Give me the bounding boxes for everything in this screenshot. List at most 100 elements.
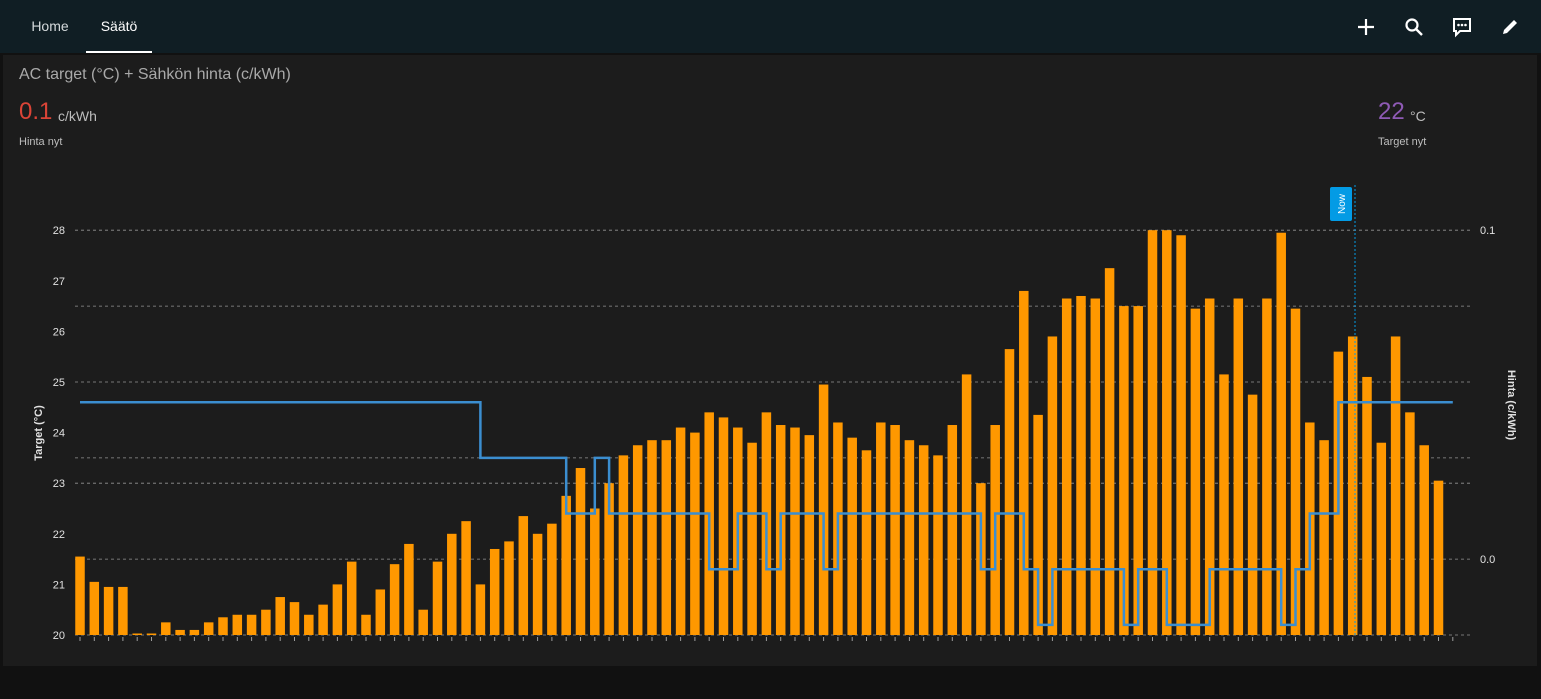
price-bar xyxy=(89,581,100,635)
price-bar xyxy=(175,629,185,635)
price-bar xyxy=(275,597,285,635)
price-bar xyxy=(532,533,543,635)
price-bar xyxy=(361,614,371,635)
price-bar xyxy=(1004,349,1015,635)
price-bar xyxy=(118,586,128,635)
pencil-edit-icon[interactable] xyxy=(1496,13,1524,41)
price-bar xyxy=(1090,298,1101,635)
right-axis-title: Hinta (c/kWh) xyxy=(1505,370,1517,441)
price-bar xyxy=(232,614,243,635)
tab-saato[interactable]: Säätö xyxy=(86,0,152,53)
price-bar xyxy=(747,442,757,635)
history-chart: 20 21 22 23 24 25 26 27 28 0.0 0.1 Target (°C) Hinta… xyxy=(33,185,1517,642)
search-icon[interactable] xyxy=(1400,13,1428,41)
left-axis-tick: 23 xyxy=(53,478,65,490)
price-bar xyxy=(1419,445,1429,635)
price-bar xyxy=(246,614,257,635)
left-axis-tick: 26 xyxy=(53,326,65,338)
price-bar xyxy=(790,427,800,635)
price-bar xyxy=(261,609,271,635)
price-bar xyxy=(447,533,457,635)
right-axis-tick: 0.0 xyxy=(1480,554,1495,566)
plus-icon[interactable] xyxy=(1352,13,1380,41)
price-bar xyxy=(918,445,929,635)
price-bar xyxy=(418,609,428,635)
price-bar xyxy=(804,435,815,635)
price-bar xyxy=(1176,235,1186,635)
price-bar xyxy=(1219,374,1229,635)
price-bar xyxy=(1247,394,1258,635)
price-bar xyxy=(890,425,900,635)
price-bar xyxy=(318,604,328,635)
price-bar xyxy=(1233,298,1244,635)
price-bar xyxy=(132,633,142,635)
price-bar xyxy=(861,450,872,635)
price-bar xyxy=(1104,268,1115,635)
price-bar xyxy=(75,556,85,635)
left-axis-tick: 22 xyxy=(53,529,65,541)
bottom-strip xyxy=(0,666,1541,699)
left-axis-tick: 20 xyxy=(53,630,65,642)
price-bar xyxy=(404,543,414,635)
price-bar xyxy=(876,422,886,635)
price-bar xyxy=(461,521,471,635)
price-bar xyxy=(218,617,228,635)
price-bar xyxy=(103,586,114,635)
price-bar xyxy=(1319,440,1329,635)
tab-home[interactable]: Home xyxy=(18,0,82,53)
left-axis-tick: 21 xyxy=(53,579,65,591)
price-bar xyxy=(389,564,400,635)
price-bar xyxy=(289,602,300,635)
price-bar xyxy=(818,384,829,635)
left-axis-tick: 28 xyxy=(53,225,65,237)
assist-chat-icon[interactable] xyxy=(1448,13,1476,41)
price-bar xyxy=(1390,336,1401,635)
price-bar xyxy=(1405,412,1415,635)
price-bar xyxy=(661,440,672,635)
price-bar xyxy=(203,622,214,635)
price-bar xyxy=(1262,298,1272,635)
left-axis-tick: 25 xyxy=(53,377,65,389)
price-bar xyxy=(189,629,200,635)
price-bar xyxy=(432,561,443,635)
price-bar xyxy=(847,437,857,635)
price-bar xyxy=(475,584,486,635)
price-bar xyxy=(1347,336,1358,635)
price-bar xyxy=(675,427,686,635)
price-bar xyxy=(1362,376,1372,635)
price-bar xyxy=(947,425,958,635)
left-axis-tick: 24 xyxy=(53,428,65,440)
price-bar xyxy=(304,614,314,635)
price-bar xyxy=(1076,295,1086,635)
history-chart-card: AC target (°C) + Sähkön hinta (c/kWh) 0.… xyxy=(3,55,1537,666)
price-bar xyxy=(718,417,729,635)
price-bar xyxy=(1376,442,1387,635)
price-bar xyxy=(1433,480,1444,635)
price-bar xyxy=(690,432,700,635)
price-bar xyxy=(961,374,972,635)
price-bar xyxy=(590,508,600,635)
price-bar xyxy=(547,523,557,635)
left-axis-tick: 27 xyxy=(53,276,65,288)
price-bar xyxy=(561,495,571,635)
price-bar xyxy=(1147,230,1158,635)
price-bar xyxy=(1019,290,1029,635)
price-bar xyxy=(647,440,657,635)
price-bar xyxy=(933,455,943,635)
price-bar xyxy=(375,589,386,635)
price-bar xyxy=(575,468,586,635)
price-bar xyxy=(618,455,629,635)
price-bar xyxy=(146,633,157,635)
price-bar xyxy=(489,548,500,635)
price-bar xyxy=(504,541,514,635)
right-axis-tick: 0.1 xyxy=(1480,225,1495,237)
top-app-bar: Home Säätö xyxy=(0,0,1541,53)
price-bar xyxy=(518,516,529,635)
now-marker-label: Now xyxy=(1337,193,1348,214)
price-bar xyxy=(161,622,171,635)
left-axis-title: Target (°C) xyxy=(33,405,45,461)
price-bar xyxy=(1190,308,1201,635)
price-bar xyxy=(346,561,357,635)
price-bar xyxy=(1061,298,1072,635)
price-bar xyxy=(632,445,643,635)
